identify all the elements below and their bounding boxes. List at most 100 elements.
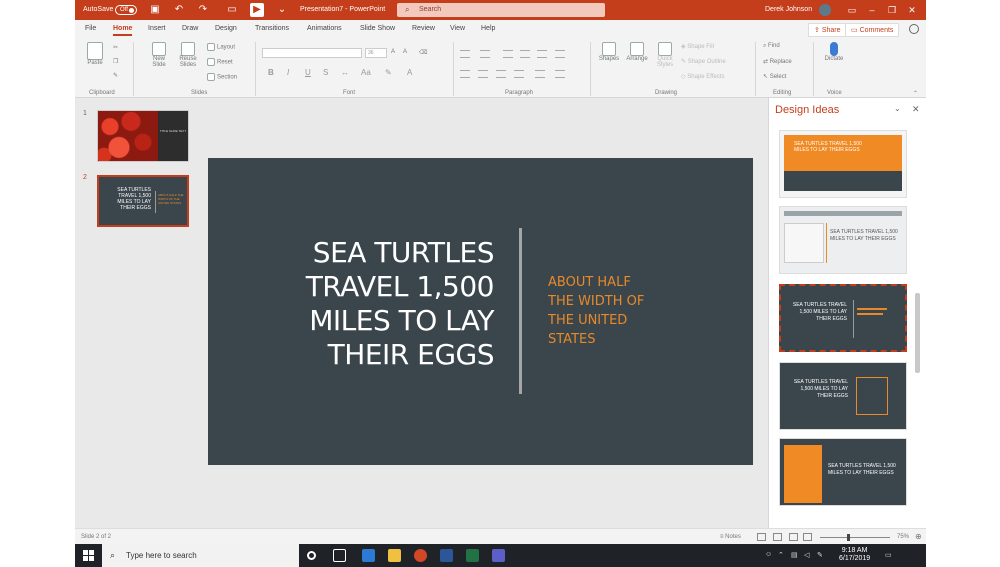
zoom-slider-thumb[interactable] bbox=[847, 534, 850, 541]
shape-effects-button[interactable]: ◇ Shape Effects bbox=[681, 73, 725, 80]
tab-review[interactable]: Review bbox=[412, 25, 435, 32]
align-right-icon[interactable] bbox=[496, 70, 506, 78]
design-idea-5[interactable]: SEA TURTLES TRAVEL 1,500 MILES TO LAY TH… bbox=[779, 438, 907, 506]
align-center-icon[interactable] bbox=[478, 70, 488, 78]
char-spacing-icon[interactable]: ↔ bbox=[341, 68, 349, 77]
teams-icon[interactable] bbox=[492, 549, 505, 562]
bold-icon[interactable]: B bbox=[268, 68, 274, 77]
section-button[interactable]: Section bbox=[207, 73, 237, 81]
volume-icon[interactable]: ◁ bbox=[804, 551, 809, 559]
layout-button[interactable]: Layout bbox=[207, 43, 235, 51]
tab-slide-show[interactable]: Slide Show bbox=[360, 25, 395, 32]
slide-thumbnail-1[interactable]: TITLE SLIDE TEXT bbox=[97, 110, 189, 162]
decrease-indent-icon[interactable] bbox=[503, 50, 513, 58]
normal-view-icon[interactable] bbox=[757, 533, 766, 541]
tab-design[interactable]: Design bbox=[215, 25, 237, 32]
italic-icon[interactable]: I bbox=[287, 68, 289, 77]
tab-transitions[interactable]: Transitions bbox=[255, 25, 289, 32]
ribbon-display-icon[interactable]: ▭ bbox=[845, 3, 859, 17]
slide-sorter-icon[interactable] bbox=[773, 533, 782, 541]
tab-animations[interactable]: Animations bbox=[307, 25, 342, 32]
tab-help[interactable]: Help bbox=[481, 25, 495, 32]
close-icon[interactable]: ✕ bbox=[905, 3, 919, 17]
slide-canvas[interactable]: SEA TURTLES TRAVEL 1,500 MILES TO LAY TH… bbox=[208, 158, 753, 465]
copy-icon[interactable]: ❐ bbox=[113, 58, 118, 65]
tab-home[interactable]: Home bbox=[113, 25, 133, 36]
reset-button[interactable]: Reset bbox=[207, 58, 233, 66]
slideshow-icon[interactable]: ▶ bbox=[250, 3, 264, 17]
user-name[interactable]: Derek Johnson bbox=[765, 6, 812, 13]
people-icon[interactable]: ☺ bbox=[765, 551, 772, 558]
cortana-icon[interactable] bbox=[307, 551, 316, 560]
highlight-icon[interactable]: ✎ bbox=[385, 68, 392, 77]
underline-icon[interactable]: U bbox=[305, 68, 311, 77]
present-icon[interactable]: ▭ bbox=[225, 3, 239, 17]
minimize-icon[interactable]: – bbox=[865, 3, 879, 17]
slideshow-view-icon[interactable] bbox=[803, 533, 812, 541]
fit-slide-icon[interactable]: ⊕ bbox=[915, 532, 922, 541]
clear-formatting-icon[interactable]: ⌫ bbox=[419, 49, 427, 56]
save-icon[interactable]: ▣ bbox=[148, 3, 162, 17]
file-explorer-icon[interactable] bbox=[388, 549, 401, 562]
arrange-button[interactable]: Arrange bbox=[625, 42, 649, 62]
font-name-field[interactable] bbox=[262, 48, 362, 58]
tab-draw[interactable]: Draw bbox=[182, 25, 198, 32]
edge-icon[interactable] bbox=[362, 549, 375, 562]
format-painter-icon[interactable]: ✎ bbox=[113, 72, 118, 79]
align-left-icon[interactable] bbox=[460, 70, 470, 78]
taskbar-clock[interactable]: 9:18 AM 6/17/2019 bbox=[839, 547, 870, 563]
shapes-button[interactable]: Shapes bbox=[597, 42, 621, 62]
share-button[interactable]: ⇪ Share bbox=[808, 23, 847, 37]
notes-button[interactable]: ≡ Notes bbox=[720, 534, 741, 540]
notifications-icon[interactable]: ▭ bbox=[885, 551, 892, 559]
windows-start-icon[interactable] bbox=[83, 550, 94, 561]
taskbar-search[interactable]: ⌕ Type here to search bbox=[102, 544, 299, 567]
columns-icon[interactable] bbox=[555, 50, 565, 58]
zoom-level[interactable]: 75% bbox=[897, 534, 909, 540]
shape-fill-button[interactable]: ◈ Shape Fill bbox=[681, 43, 714, 50]
slide-subtitle[interactable]: ABOUT HALF THE WIDTH OF THE UNITED STATE… bbox=[548, 273, 698, 349]
bullets-icon[interactable] bbox=[460, 50, 470, 58]
reuse-slides-button[interactable]: Reuse Slides bbox=[175, 42, 201, 68]
replace-button[interactable]: ⇄ Replace bbox=[763, 58, 792, 65]
select-button[interactable]: ↖ Select bbox=[763, 73, 786, 80]
ime-icon[interactable]: ✎ bbox=[817, 551, 823, 559]
design-idea-4[interactable]: SEA TURTLES TRAVEL 1,500 MILES TO LAY TH… bbox=[779, 362, 907, 430]
feedback-icon[interactable] bbox=[909, 24, 919, 34]
dictate-button[interactable]: Dictate bbox=[821, 42, 847, 62]
excel-icon[interactable] bbox=[466, 549, 479, 562]
close-pane-icon[interactable]: ✕ bbox=[912, 104, 920, 115]
tab-view[interactable]: View bbox=[450, 25, 465, 32]
paste-button[interactable]: Paste bbox=[83, 42, 107, 66]
powerpoint-icon[interactable] bbox=[414, 549, 427, 562]
cut-icon[interactable]: ✂ bbox=[113, 44, 118, 51]
pane-scrollbar[interactable] bbox=[915, 293, 920, 373]
task-view-icon[interactable] bbox=[333, 549, 346, 562]
show-hidden-icons[interactable]: ⌃ bbox=[778, 551, 784, 559]
design-idea-1[interactable]: SEA TURTLES TRAVEL 1,500 MILES TO LAY TH… bbox=[779, 130, 907, 198]
increase-indent-icon[interactable] bbox=[520, 50, 530, 58]
zoom-slider[interactable] bbox=[820, 537, 890, 538]
tab-insert[interactable]: Insert bbox=[148, 25, 166, 32]
line-spacing-icon[interactable] bbox=[537, 50, 547, 58]
strikethrough-icon[interactable]: S bbox=[323, 68, 328, 77]
redo-icon[interactable]: ↷ bbox=[196, 3, 210, 17]
collapse-ribbon-icon[interactable]: ⌃ bbox=[913, 90, 918, 97]
restore-icon[interactable]: ❐ bbox=[885, 3, 899, 17]
justify-icon[interactable] bbox=[514, 70, 524, 78]
decrease-font-icon[interactable]: A bbox=[403, 49, 407, 55]
network-icon[interactable]: ▤ bbox=[791, 551, 798, 559]
autosave-toggle[interactable]: Off bbox=[115, 5, 137, 15]
comments-button[interactable]: ▭ Comments bbox=[845, 23, 900, 37]
smartart-icon[interactable] bbox=[555, 70, 565, 78]
design-idea-2[interactable]: SEA TURTLES TRAVEL 1,500 MILES TO LAY TH… bbox=[779, 206, 907, 274]
new-slide-button[interactable]: New Slide bbox=[147, 42, 171, 68]
quick-styles-button[interactable]: Quick Styles bbox=[653, 42, 677, 68]
tab-file[interactable]: File bbox=[85, 25, 96, 32]
change-case-icon[interactable]: Aa bbox=[361, 68, 371, 77]
customize-qat-icon[interactable]: ⌄ bbox=[275, 3, 289, 17]
slide-divider-line[interactable] bbox=[519, 228, 522, 394]
font-size-field[interactable]: 36 bbox=[365, 48, 387, 58]
shape-outline-button[interactable]: ✎ Shape Outline bbox=[681, 58, 726, 65]
numbering-icon[interactable] bbox=[480, 50, 490, 58]
